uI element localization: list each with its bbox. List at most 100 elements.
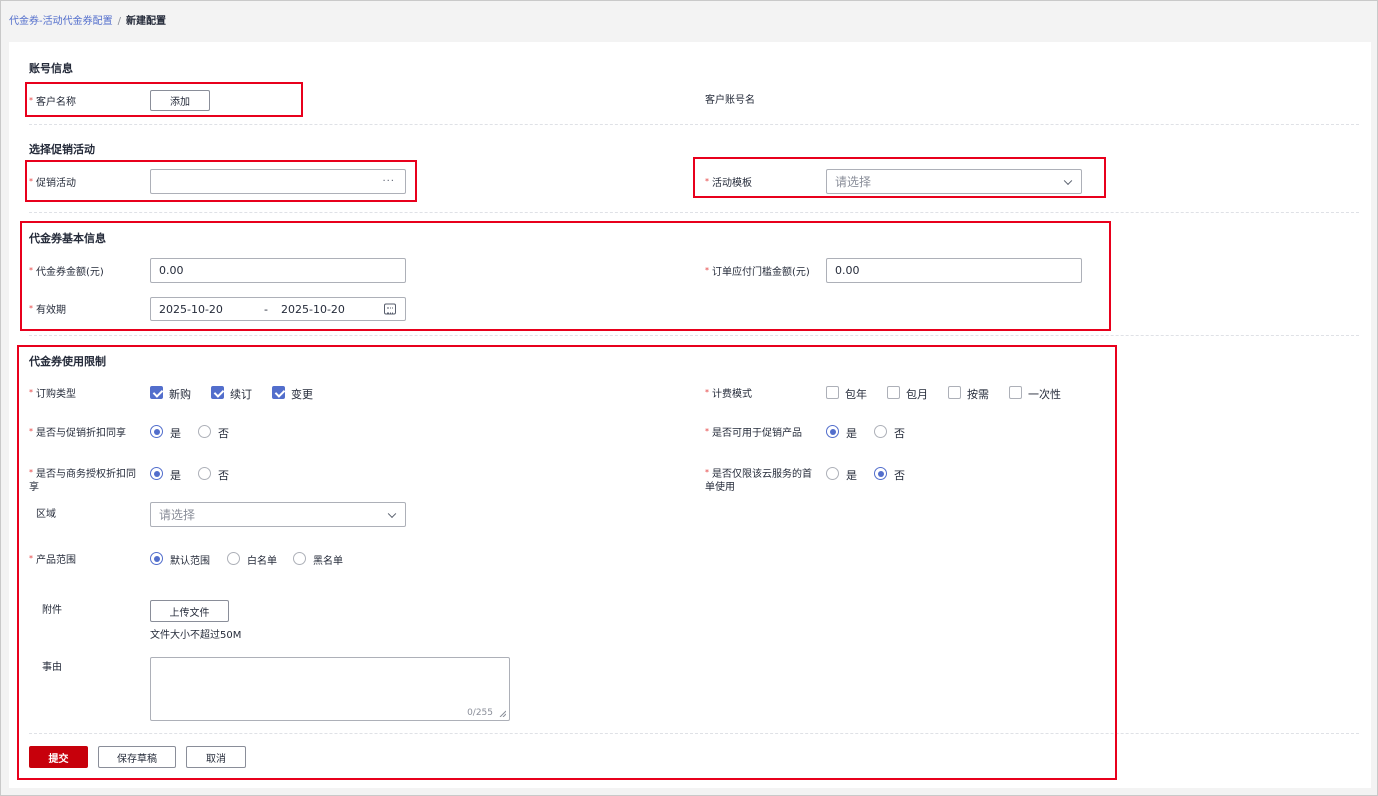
promotion-activity-picker[interactable]: ··· bbox=[150, 169, 406, 194]
share-promo-no-radio[interactable] bbox=[198, 425, 211, 438]
required-mark: * bbox=[705, 468, 709, 477]
required-mark: * bbox=[29, 266, 33, 275]
share-biz-no-label: 否 bbox=[218, 469, 229, 482]
region-label: 区域 bbox=[36, 509, 56, 520]
share-biz-no-radio[interactable] bbox=[198, 467, 211, 480]
chevron-down-icon bbox=[1063, 176, 1073, 185]
attachment-label: 附件 bbox=[42, 605, 62, 616]
required-mark: * bbox=[29, 304, 33, 313]
calendar-icon[interactable] bbox=[384, 303, 396, 315]
reason-label: 事由 bbox=[42, 662, 62, 673]
required-mark: * bbox=[705, 266, 709, 275]
billing-yearly-checkbox[interactable] bbox=[826, 386, 839, 399]
order-type-change-label: 变更 bbox=[291, 388, 313, 401]
share-biz-yes-label: 是 bbox=[170, 469, 181, 482]
basic-info-section-title: 代金券基本信息 bbox=[29, 232, 106, 245]
share-biz-label: * 是否与商务授权折扣同享 bbox=[29, 468, 136, 493]
order-type-new-checkbox[interactable] bbox=[150, 386, 163, 399]
activity-template-select[interactable]: 请选择 bbox=[826, 169, 1082, 194]
product-scope-whitelist-radio[interactable] bbox=[227, 552, 240, 565]
order-type-new-label: 新购 bbox=[169, 388, 191, 401]
share-promo-no-label: 否 bbox=[218, 427, 229, 440]
order-threshold-value: 0.00 bbox=[835, 264, 860, 277]
required-mark: * bbox=[29, 468, 33, 477]
date-range-separator: - bbox=[264, 302, 268, 316]
billing-onetime-label: 一次性 bbox=[1028, 388, 1061, 401]
activity-template-label: * 活动模板 bbox=[705, 177, 752, 189]
order-type-renew-checkbox[interactable] bbox=[211, 386, 224, 399]
chevron-down-icon bbox=[387, 509, 397, 518]
usage-section-title: 代金券使用限制 bbox=[29, 355, 106, 368]
breadcrumb: 代金券-活动代金券配置 / 新建配置 bbox=[9, 12, 166, 27]
required-mark: * bbox=[705, 427, 709, 436]
first-order-yes-radio[interactable] bbox=[826, 467, 839, 480]
promo-product-no-label: 否 bbox=[894, 427, 905, 440]
start-date-value[interactable]: 2025-10-20 bbox=[159, 303, 223, 316]
billing-yearly-label: 包年 bbox=[845, 388, 867, 401]
promo-product-label: * 是否可用于促销产品 bbox=[705, 427, 802, 439]
product-scope-blacklist-label: 黑名单 bbox=[313, 556, 343, 567]
activity-template-placeholder: 请选择 bbox=[835, 175, 872, 189]
share-biz-yes-radio[interactable] bbox=[150, 467, 163, 480]
section-divider bbox=[29, 124, 1359, 125]
first-order-label: * 是否仅限该云服务的首 单使用 bbox=[705, 468, 812, 493]
order-threshold-label: * 订单应付门槛金额(元) bbox=[705, 266, 810, 278]
billing-ondemand-checkbox[interactable] bbox=[948, 386, 961, 399]
breadcrumb-current: 新建配置 bbox=[125, 16, 166, 27]
order-type-change-checkbox[interactable] bbox=[272, 386, 285, 399]
section-divider bbox=[29, 335, 1359, 336]
share-promo-label: * 是否与促销折扣同享 bbox=[29, 427, 126, 439]
upload-file-button[interactable]: 上传文件 bbox=[150, 600, 229, 622]
promo-product-no-radio[interactable] bbox=[874, 425, 887, 438]
required-mark: * bbox=[29, 554, 33, 563]
product-scope-label: * 产品范围 bbox=[29, 554, 76, 566]
submit-button[interactable]: 提交 bbox=[29, 746, 88, 768]
validity-date-range-picker[interactable]: 2025-10-20 - 2025-10-20 bbox=[150, 297, 406, 321]
reason-textarea[interactable]: 0/255 bbox=[150, 657, 510, 721]
order-type-label: * 订购类型 bbox=[29, 388, 76, 400]
first-order-no-label: 否 bbox=[894, 469, 905, 482]
end-date-value[interactable]: 2025-10-20 bbox=[281, 303, 345, 316]
required-mark: * bbox=[29, 96, 33, 105]
more-icon[interactable]: ··· bbox=[382, 175, 395, 186]
form-card: 账号信息 * 客户名称 添加 客户账号名 选择促销活动 * 促销活动 ··· * 活动… bbox=[9, 42, 1371, 788]
required-mark: * bbox=[705, 388, 709, 397]
order-threshold-input[interactable]: 0.00 bbox=[826, 258, 1082, 283]
save-draft-button[interactable]: 保存草稿 bbox=[98, 746, 176, 768]
promotion-section-title: 选择促销活动 bbox=[29, 143, 95, 156]
required-mark: * bbox=[705, 177, 709, 186]
product-scope-blacklist-radio[interactable] bbox=[293, 552, 306, 565]
first-order-no-radio[interactable] bbox=[874, 467, 887, 480]
section-divider bbox=[29, 212, 1359, 213]
cancel-button[interactable]: 取消 bbox=[186, 746, 246, 768]
product-scope-whitelist-label: 白名单 bbox=[247, 556, 277, 567]
billing-ondemand-label: 按需 bbox=[967, 388, 989, 401]
billing-onetime-checkbox[interactable] bbox=[1009, 386, 1022, 399]
section-divider bbox=[29, 733, 1359, 734]
required-mark: * bbox=[29, 177, 33, 186]
product-scope-default-radio[interactable] bbox=[150, 552, 163, 565]
page-frame: 代金券-活动代金券配置 / 新建配置 账号信息 * 客户名称 添加 客户账号名 选择促… bbox=[0, 0, 1378, 796]
region-placeholder: 请选择 bbox=[159, 508, 196, 522]
breadcrumb-separator: / bbox=[117, 16, 121, 27]
promo-product-yes-radio[interactable] bbox=[826, 425, 839, 438]
promotion-activity-label: * 促销活动 bbox=[29, 177, 76, 189]
customer-account-name-label: 客户账号名 bbox=[705, 95, 755, 106]
share-promo-yes-label: 是 bbox=[170, 427, 181, 440]
order-type-renew-label: 续订 bbox=[230, 388, 252, 401]
reason-char-counter: 0/255 bbox=[467, 708, 493, 718]
resize-handle-icon[interactable] bbox=[499, 710, 506, 717]
upload-size-hint: 文件大小不超过50M bbox=[150, 630, 242, 641]
voucher-amount-value: 0.00 bbox=[159, 264, 184, 277]
add-customer-button[interactable]: 添加 bbox=[150, 90, 210, 111]
first-order-yes-label: 是 bbox=[846, 469, 857, 482]
region-select[interactable]: 请选择 bbox=[150, 502, 406, 527]
product-scope-default-label: 默认范围 bbox=[170, 556, 210, 567]
share-promo-yes-radio[interactable] bbox=[150, 425, 163, 438]
promo-product-yes-label: 是 bbox=[846, 427, 857, 440]
billing-monthly-checkbox[interactable] bbox=[887, 386, 900, 399]
customer-name-label: * 客户名称 bbox=[29, 96, 76, 108]
voucher-amount-input[interactable]: 0.00 bbox=[150, 258, 406, 283]
voucher-amount-label: * 代金券金额(元) bbox=[29, 266, 104, 278]
breadcrumb-parent-link[interactable]: 代金券-活动代金券配置 bbox=[9, 16, 113, 27]
